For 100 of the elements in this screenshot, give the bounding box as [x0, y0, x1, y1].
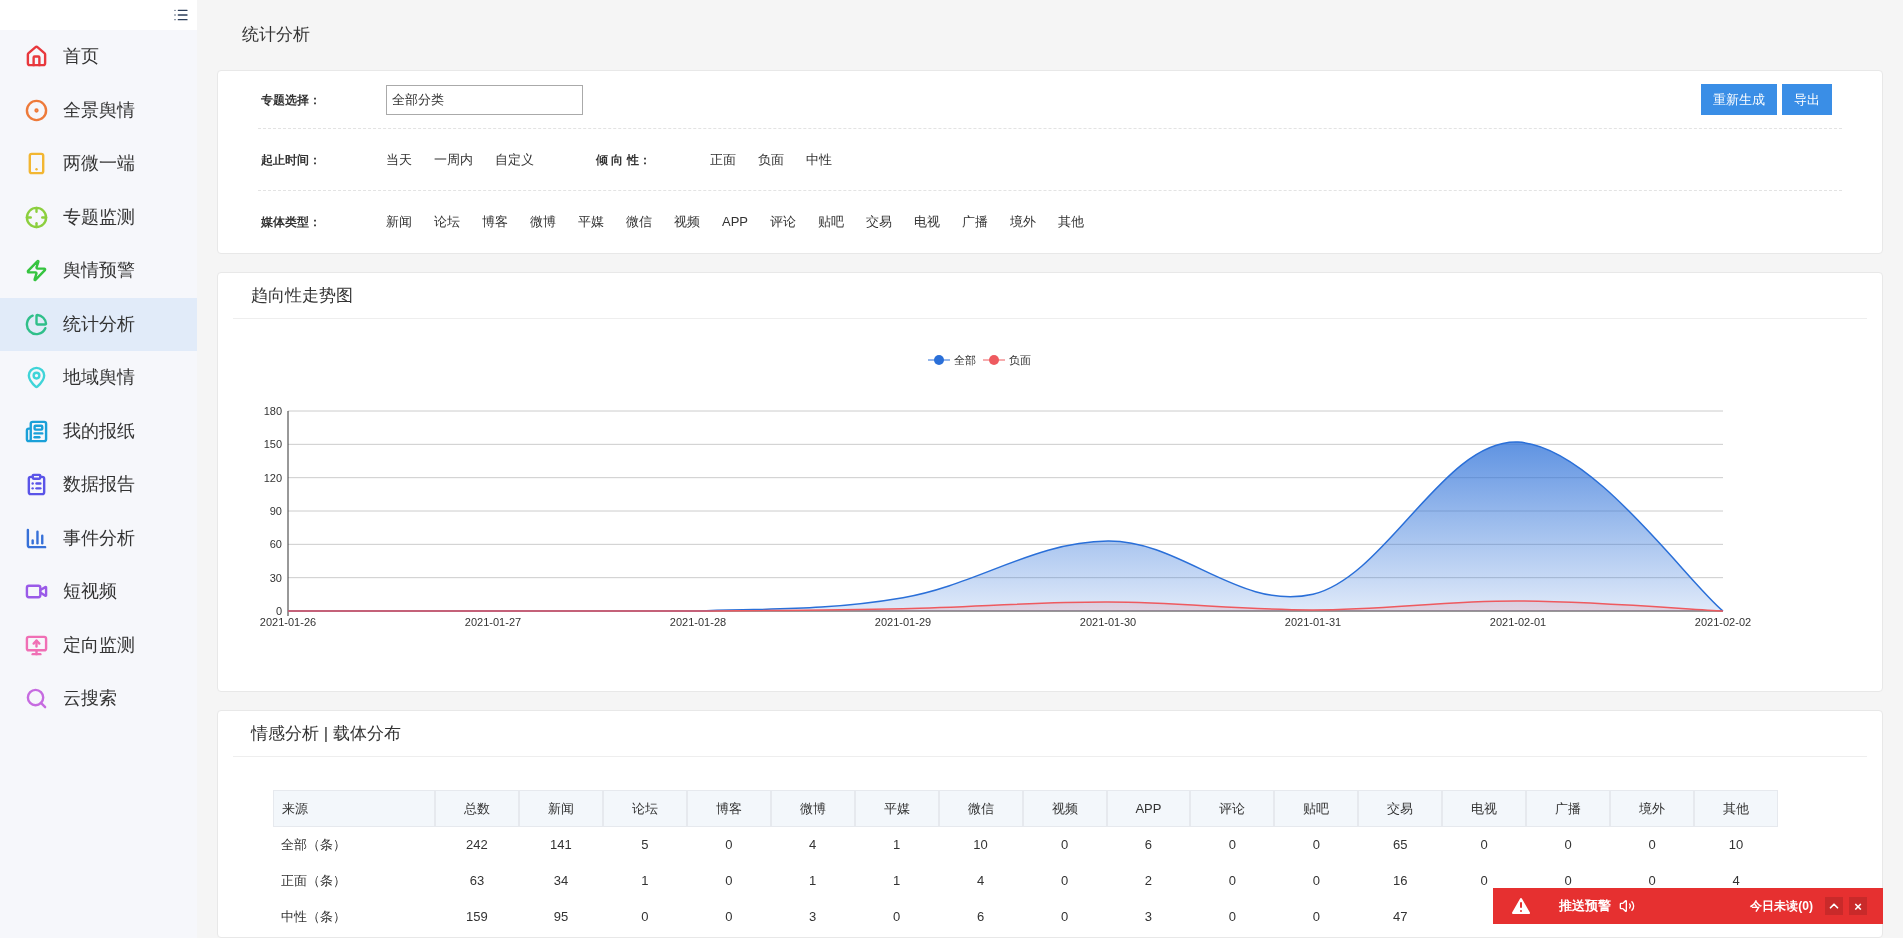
- column-header: 评论: [1190, 790, 1275, 827]
- column-header: 论坛: [602, 790, 687, 827]
- table-cell-text: 0: [892, 908, 902, 927]
- filter-option[interactable]: 博客: [482, 212, 508, 232]
- filter-option[interactable]: APP: [722, 212, 748, 232]
- filter-option[interactable]: 平媒: [578, 212, 604, 232]
- filter-option[interactable]: 中性: [806, 149, 832, 170]
- axis-label: 2021-01-30: [1079, 616, 1137, 628]
- table-cell-text: 1: [808, 872, 818, 891]
- sidebar-item[interactable]: 舆情预警: [0, 244, 197, 298]
- filter-option[interactable]: 自定义: [495, 149, 534, 170]
- menu-icon[interactable]: [173, 7, 189, 23]
- column-header: 其他: [1694, 790, 1778, 827]
- table-cell-text: 0: [1563, 836, 1573, 855]
- topic-select-field[interactable]: 全部分类: [386, 84, 583, 115]
- table-cell-text: 0: [1563, 872, 1573, 891]
- filter-option[interactable]: 新闻: [386, 212, 412, 232]
- filter-option[interactable]: 一周内: [434, 149, 473, 170]
- filter-option[interactable]: 微信: [626, 212, 652, 232]
- table-cell-text: 全部（条）: [280, 836, 347, 855]
- sidebar-item[interactable]: 定向监测: [0, 618, 197, 672]
- sidebar-item[interactable]: 我的报纸: [0, 404, 197, 458]
- table-cell-text: 6: [1143, 836, 1154, 855]
- table-cell-text: 4: [808, 836, 818, 855]
- table-cell-text: 0: [724, 872, 734, 891]
- table-cell-text: 中性（条）: [280, 908, 347, 927]
- sidebar-item[interactable]: 云搜索: [0, 672, 197, 726]
- filter-option[interactable]: 其他: [1058, 212, 1084, 232]
- table-cell-text: 141: [549, 836, 573, 855]
- filter-option[interactable]: 视频: [674, 212, 700, 232]
- table-cell-text: 10: [972, 836, 989, 855]
- column-header: 博客: [686, 790, 771, 827]
- sidebar-item[interactable]: 数据报告: [0, 458, 197, 512]
- sidebar-item[interactable]: 短视频: [0, 565, 197, 619]
- filter-option[interactable]: 广播: [962, 212, 988, 232]
- table-cell-text: 0: [1059, 836, 1070, 855]
- table-cell-text: 0: [724, 836, 734, 855]
- column-header: 广播: [1526, 790, 1611, 827]
- filter-option[interactable]: 评论: [770, 212, 796, 232]
- table-cell-text: 6: [975, 908, 986, 927]
- sidebar-item[interactable]: 专题监测: [0, 190, 197, 244]
- sidebar-item[interactable]: 全景舆情: [0, 83, 197, 137]
- table-cell-text: 3: [808, 908, 818, 927]
- card-title: 情感分析 | 载体分布: [251, 722, 401, 745]
- sidebar-item[interactable]: 统计分析: [0, 297, 197, 351]
- legend-item[interactable]: 负面: [982, 354, 1031, 366]
- axis-label: 2021-02-01: [1489, 616, 1547, 628]
- column-header: 视频: [1022, 790, 1107, 827]
- sidebar-item[interactable]: 两微一端: [0, 137, 197, 191]
- close-button[interactable]: ×: [1849, 897, 1867, 915]
- axis-label: 2021-01-26: [259, 616, 317, 628]
- column-header: 平媒: [854, 790, 939, 827]
- filter-option[interactable]: 电视: [914, 212, 940, 232]
- filter-option[interactable]: 境外: [1010, 212, 1036, 232]
- table-cell-text: 5: [640, 836, 650, 855]
- table-cell-text: 65: [1392, 836, 1409, 855]
- filter-option[interactable]: 负面: [758, 149, 784, 170]
- filter-label: 起止时间：: [260, 151, 322, 169]
- sidebar-item[interactable]: 首页: [0, 30, 197, 84]
- alert-title: 推送预警: [1559, 897, 1611, 916]
- collapse-button[interactable]: [1825, 897, 1843, 915]
- axis-label: 2021-01-28: [669, 616, 727, 628]
- column-header: 境外: [1610, 790, 1695, 827]
- filter-label: 专题选择：: [260, 91, 322, 109]
- table-cell-text: 1: [640, 872, 650, 891]
- legend-item[interactable]: 全部: [927, 354, 976, 366]
- filter-label: 倾 向 性：: [596, 151, 652, 169]
- axis-label: 0: [275, 605, 282, 617]
- table-cell-text: 2: [1143, 872, 1154, 891]
- column-header: 交易: [1358, 790, 1443, 827]
- axis-label: 150: [263, 438, 282, 451]
- table-cell-text: 10: [1727, 836, 1745, 855]
- table-cell-text: 0: [1227, 872, 1237, 891]
- table-cell-text: 0: [1479, 836, 1489, 855]
- axis-label: 120: [263, 471, 282, 484]
- table-cell-text: 正面（条）: [280, 872, 347, 891]
- speaker-icon[interactable]: [1619, 898, 1635, 914]
- table-cell-text: 0: [1059, 908, 1070, 927]
- table-cell-text: 1: [892, 872, 902, 891]
- filter-option[interactable]: 正面: [710, 149, 736, 170]
- filter-option[interactable]: 贴吧: [818, 212, 844, 232]
- filter-option[interactable]: 当天: [386, 149, 412, 170]
- sidebar-item[interactable]: 地域舆情: [0, 351, 197, 405]
- column-header: APP: [1106, 790, 1191, 827]
- table-cell-text: 0: [1227, 908, 1237, 927]
- sidebar-item[interactable]: 事件分析: [0, 511, 197, 565]
- filter-option[interactable]: 交易: [866, 212, 892, 232]
- table-cell-text: 0: [1311, 836, 1321, 855]
- table-cell-text: 0: [724, 908, 734, 927]
- column-header: 来源: [273, 790, 435, 827]
- column-header: 总数: [435, 790, 519, 827]
- axis-label: 30: [269, 571, 282, 584]
- filter-option[interactable]: 论坛: [434, 212, 460, 232]
- unread-count[interactable]: 今日未读(0): [1750, 897, 1813, 915]
- table-cell-text: 3: [1143, 908, 1154, 927]
- table-cell-text: 242: [465, 836, 489, 855]
- table-cell-text: 159: [465, 908, 489, 927]
- filter-option[interactable]: 微博: [530, 212, 556, 232]
- column-header: 新闻: [518, 790, 603, 827]
- legend-label: 负面: [1009, 354, 1031, 366]
